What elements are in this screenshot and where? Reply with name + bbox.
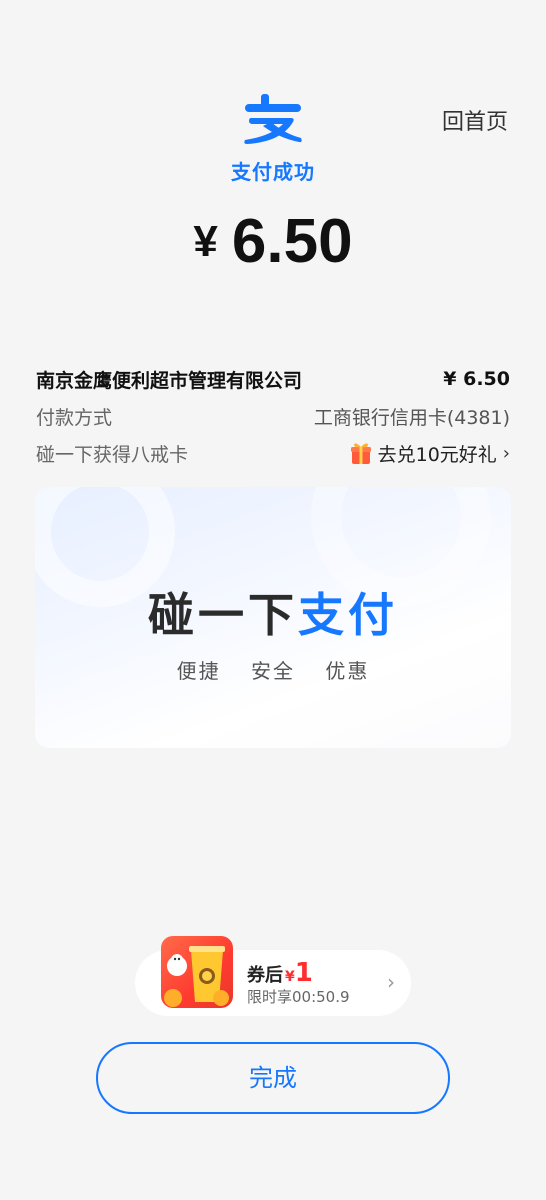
payment-success-page: 回首页 支付成功 ¥6.50 南京金鹰便利超市管理有限公司 ¥ 6.50 付款方…	[0, 0, 546, 1200]
done-button[interactable]: 完成	[96, 1042, 450, 1114]
promo-label: 碰一下获得八戒卡	[36, 443, 189, 466]
payment-method-label: 付款方式	[36, 406, 113, 429]
payment-method-row: 付款方式 工商银行信用卡(4381)	[36, 401, 510, 431]
chevron-right-icon: ›	[387, 970, 395, 994]
coupon-price-value: 1	[294, 958, 313, 988]
coupon-label: 券后 ¥1	[247, 958, 313, 988]
merchant-name: 南京金鹰便利超市管理有限公司	[36, 369, 303, 392]
merchant-amount: ¥ 6.50	[443, 368, 510, 390]
coupon-countdown: 限时享00:50.9	[247, 988, 350, 1006]
promo-redeem-link[interactable]: 去兑10元好礼 ›	[350, 440, 510, 467]
payment-amount: ¥6.50	[0, 206, 546, 277]
drink-cup-icon	[161, 936, 233, 1008]
merchant-row: 南京金鹰便利超市管理有限公司 ¥ 6.50	[36, 364, 510, 394]
amount-value: 6.50	[231, 207, 353, 276]
home-button[interactable]: 回首页	[442, 104, 508, 136]
alipay-logo-icon	[244, 94, 302, 144]
currency-symbol: ¥	[193, 217, 218, 266]
promo-link-text: 去兑10元好礼	[377, 443, 497, 466]
coupon-price-symbol: ¥	[285, 969, 295, 985]
promo-row: 碰一下获得八戒卡 去兑10元好礼 ›	[36, 438, 510, 468]
gift-box-icon	[350, 443, 371, 464]
banner-subtitle: 便捷 安全 优惠	[176, 659, 370, 683]
payment-method-value: 工商银行信用卡(4381)	[313, 406, 510, 429]
coupon-card[interactable]: 券后 ¥1 限时享00:50.9 ›	[135, 936, 411, 1016]
banner-title-dark: 碰一下	[148, 588, 298, 642]
banner-title-blue: 支付	[298, 588, 398, 642]
coupon-label-text: 券后	[247, 965, 283, 986]
chevron-right-icon: ›	[502, 442, 510, 464]
banner-title: 碰一下支付	[35, 579, 511, 645]
payment-status: 支付成功	[231, 160, 315, 184]
tap-to-pay-banner[interactable]: 碰一下支付 便捷 安全 优惠	[35, 487, 511, 748]
